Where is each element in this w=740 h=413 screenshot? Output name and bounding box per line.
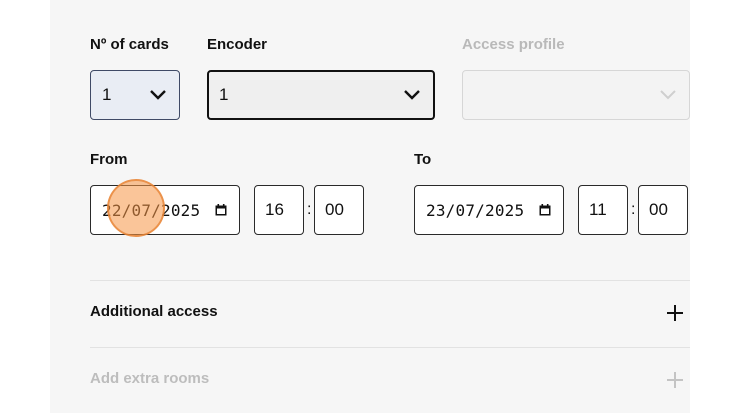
time-separator: :: [631, 201, 636, 218]
time-separator: :: [307, 201, 312, 218]
chevron-down-icon: [404, 90, 420, 100]
cards-label: Nº of cards: [90, 36, 169, 53]
to-date-value: 23/07/2025: [426, 200, 525, 220]
chevron-down-icon: [150, 90, 166, 100]
add-extra-rooms-toggle: Add extra rooms: [90, 370, 210, 387]
click-highlight: [107, 179, 165, 237]
encoder-select[interactable]: 1: [207, 70, 435, 120]
divider: [90, 347, 690, 348]
chevron-down-icon: [660, 90, 676, 100]
from-minute-value: 00: [325, 200, 344, 219]
to-label: To: [414, 151, 432, 168]
plus-icon: [667, 372, 683, 388]
from-minute-input[interactable]: 00: [314, 185, 364, 235]
encoder-label: Encoder: [207, 36, 268, 53]
to-hour-value: 11: [589, 200, 607, 219]
cards-select[interactable]: 1: [90, 70, 180, 120]
calendar-icon[interactable]: [539, 204, 551, 216]
divider: [90, 280, 690, 281]
to-hour-input[interactable]: 11: [578, 185, 628, 235]
access-profile-label: Access profile: [462, 36, 565, 53]
cards-value: 1: [102, 85, 112, 104]
encoder-value: 1: [219, 85, 229, 104]
from-hour-value: 16: [265, 200, 284, 219]
from-label: From: [90, 151, 128, 168]
from-hour-input[interactable]: 16: [254, 185, 304, 235]
calendar-icon[interactable]: [215, 204, 227, 216]
additional-access-toggle[interactable]: Additional access: [90, 303, 218, 320]
plus-icon[interactable]: [667, 305, 683, 321]
to-minute-input[interactable]: 00: [638, 185, 688, 235]
access-profile-select: [462, 70, 690, 120]
to-minute-value: 00: [649, 200, 668, 219]
to-date-input[interactable]: 23/07/2025: [414, 185, 564, 235]
